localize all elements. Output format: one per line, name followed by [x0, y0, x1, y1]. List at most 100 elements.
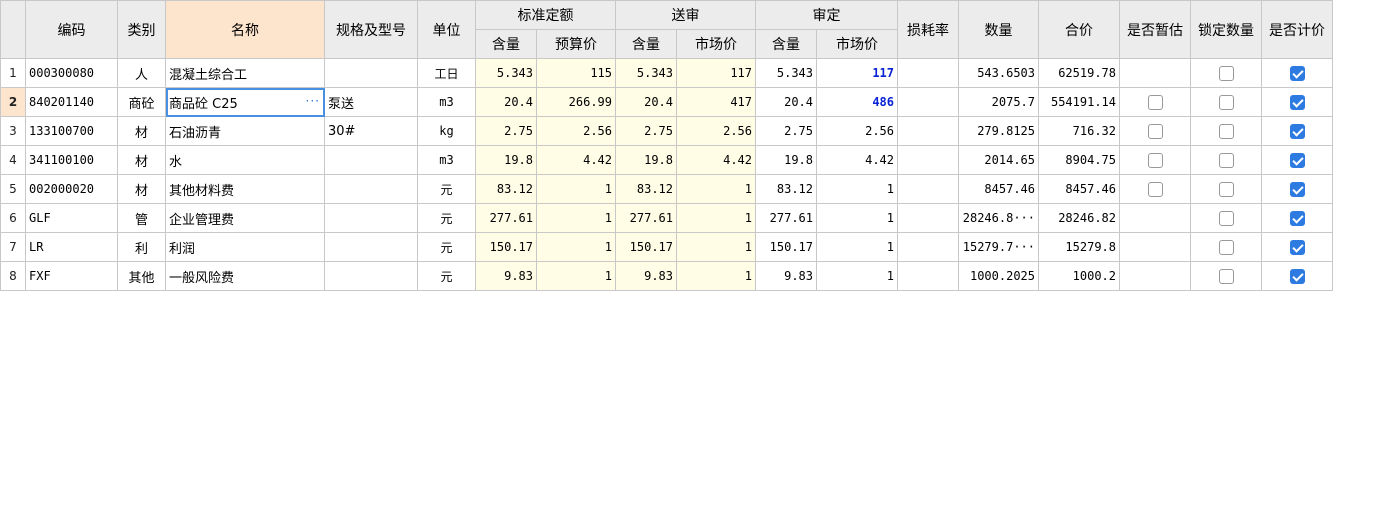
cell-std-budget[interactable]: 115 — [536, 58, 616, 88]
cell-qty[interactable]: 8457.46 — [958, 174, 1039, 204]
cell-loss[interactable] — [897, 232, 959, 262]
cell-std-content[interactable]: 2.75 — [475, 116, 537, 146]
cell-approve-market[interactable]: 1 — [816, 203, 898, 233]
cell-loss[interactable] — [897, 261, 959, 291]
cell-name[interactable]: 一般风险费 — [165, 261, 325, 291]
cell-approve-market[interactable]: 2.56 — [816, 116, 898, 146]
cell-total[interactable]: 8904.75 — [1038, 145, 1120, 175]
cell-std-budget[interactable]: 1 — [536, 203, 616, 233]
checkbox-estimate[interactable] — [1147, 152, 1163, 168]
cell-total[interactable]: 8457.46 — [1038, 174, 1120, 204]
cell-unit[interactable]: kg — [417, 116, 476, 146]
checkbox-lock-qty[interactable] — [1218, 94, 1234, 110]
header-est[interactable]: 是否暂估 — [1119, 0, 1191, 59]
more-options-icon[interactable]: ··· — [306, 94, 320, 108]
cell-loss[interactable] — [897, 203, 959, 233]
row-index[interactable]: 8 — [0, 261, 26, 291]
cell-spec[interactable]: 30# — [324, 116, 418, 146]
header-spec[interactable]: 规格及型号 — [324, 0, 418, 59]
cell-approve-content[interactable]: 83.12 — [755, 174, 817, 204]
cell-name[interactable]: 其他材料费 — [165, 174, 325, 204]
table-row[interactable]: 1 000300080 人 混凝土综合工 工日 5.343 115 5.343 117 5.343… — [0, 58, 1333, 88]
cell-type[interactable]: 材 — [117, 174, 166, 204]
header-lock[interactable]: 锁定数量 — [1190, 0, 1262, 59]
cell-approve-content[interactable]: 9.83 — [755, 261, 817, 291]
checkbox-lock-qty[interactable] — [1218, 152, 1234, 168]
table-row[interactable]: 2 840201140 商砼 商品砼 C25 ··· 泵送 m3 20.4 266.99 20.4… — [0, 87, 1333, 117]
cell-approve-content[interactable]: 277.61 — [755, 203, 817, 233]
cell-approve-content[interactable]: 5.343 — [755, 58, 817, 88]
header-bill[interactable]: 是否计价 — [1261, 0, 1333, 59]
cell-code[interactable]: GLF — [25, 203, 118, 233]
cell-loss[interactable] — [897, 116, 959, 146]
cell-total[interactable]: 28246.82 — [1038, 203, 1120, 233]
cell-type[interactable]: 商砼 — [117, 87, 166, 117]
cell-approve-market[interactable]: 1 — [816, 261, 898, 291]
cell-unit[interactable]: 元 — [417, 203, 476, 233]
cell-approve-market[interactable]: 1 — [816, 174, 898, 204]
cell-code[interactable]: 341100100 — [25, 145, 118, 175]
checkbox-lock-qty[interactable] — [1218, 210, 1234, 226]
cell-qty[interactable]: 543.6503 — [958, 58, 1039, 88]
cell-submit-market[interactable]: 417 — [676, 87, 756, 117]
cell-approve-content[interactable]: 2.75 — [755, 116, 817, 146]
row-index[interactable]: 1 — [0, 58, 26, 88]
header-std[interactable]: 标准定额 — [475, 0, 616, 30]
row-index[interactable]: 3 — [0, 116, 26, 146]
table-row[interactable]: 3 133100700 材 石油沥青 30# kg 2.75 2.56 2.75 2.56 2.75… — [0, 116, 1333, 146]
header-submit-content[interactable]: 含量 — [615, 29, 677, 59]
cell-submit-content[interactable]: 20.4 — [615, 87, 677, 117]
cell-submit-market[interactable]: 4.42 — [676, 145, 756, 175]
cell-name[interactable]: 混凝土综合工 — [165, 58, 325, 88]
cell-unit[interactable]: 元 — [417, 261, 476, 291]
header-approve[interactable]: 审定 — [755, 0, 898, 30]
checkbox-estimate[interactable] — [1147, 181, 1163, 197]
cell-submit-content[interactable]: 83.12 — [615, 174, 677, 204]
cell-spec[interactable] — [324, 174, 418, 204]
cell-submit-content[interactable]: 19.8 — [615, 145, 677, 175]
cell-code[interactable]: 133100700 — [25, 116, 118, 146]
cell-name[interactable]: 石油沥青 — [165, 116, 325, 146]
row-index[interactable]: 2 — [0, 87, 26, 117]
cell-std-content[interactable]: 277.61 — [475, 203, 537, 233]
cell-total[interactable]: 15279.8 — [1038, 232, 1120, 262]
cell-submit-market[interactable]: 2.56 — [676, 116, 756, 146]
checkbox-lock-qty[interactable] — [1218, 181, 1234, 197]
cell-code[interactable]: 840201140 — [25, 87, 118, 117]
checkbox-billable[interactable] — [1289, 268, 1305, 284]
cell-std-content[interactable]: 19.8 — [475, 145, 537, 175]
cell-std-content[interactable]: 150.17 — [475, 232, 537, 262]
header-std-content[interactable]: 含量 — [475, 29, 537, 59]
cell-qty[interactable]: 279.8125 — [958, 116, 1039, 146]
header-submit-market[interactable]: 市场价 — [676, 29, 756, 59]
cell-std-content[interactable]: 20.4 — [475, 87, 537, 117]
cell-type[interactable]: 利 — [117, 232, 166, 262]
header-type[interactable]: 类别 — [117, 0, 166, 59]
table-row[interactable]: 5 002000020 材 其他材料费 元 83.12 1 83.12 1 83.12 1 8457.… — [0, 174, 1333, 204]
header-total[interactable]: 合价 — [1038, 0, 1120, 59]
cell-code[interactable]: FXF — [25, 261, 118, 291]
cell-submit-market[interactable]: 1 — [676, 203, 756, 233]
cell-std-budget[interactable]: 2.56 — [536, 116, 616, 146]
cell-type[interactable]: 管 — [117, 203, 166, 233]
cell-spec[interactable]: 泵送 — [324, 87, 418, 117]
cell-code[interactable]: 002000020 — [25, 174, 118, 204]
cell-submit-content[interactable]: 2.75 — [615, 116, 677, 146]
checkbox-billable[interactable] — [1289, 210, 1305, 226]
cell-unit[interactable]: m3 — [417, 145, 476, 175]
cell-std-budget[interactable]: 1 — [536, 261, 616, 291]
cell-approve-market[interactable]: 1 — [816, 232, 898, 262]
cell-spec[interactable] — [324, 261, 418, 291]
cell-approve-market[interactable]: 4.42 — [816, 145, 898, 175]
checkbox-lock-qty[interactable] — [1218, 65, 1234, 81]
cell-qty[interactable]: 2075.7 — [958, 87, 1039, 117]
checkbox-billable[interactable] — [1289, 123, 1305, 139]
row-index[interactable]: 5 — [0, 174, 26, 204]
cell-loss[interactable] — [897, 87, 959, 117]
cell-name[interactable]: 商品砼 C25 ··· — [165, 87, 325, 117]
cell-type[interactable]: 其他 — [117, 261, 166, 291]
cell-submit-market[interactable]: 1 — [676, 261, 756, 291]
cell-submit-market[interactable]: 117 — [676, 58, 756, 88]
header-qty[interactable]: 数量 — [958, 0, 1039, 59]
cell-loss[interactable] — [897, 58, 959, 88]
